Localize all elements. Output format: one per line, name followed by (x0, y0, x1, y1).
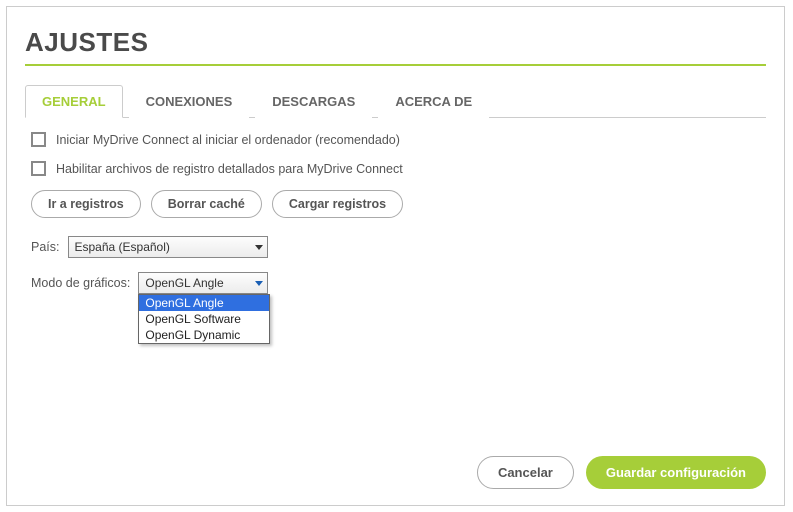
graphics-option-software[interactable]: OpenGL Software (139, 311, 269, 327)
country-select-value: España (Español) (75, 240, 170, 254)
chevron-down-icon (255, 245, 263, 250)
settings-dialog: AJUSTES GENERAL CONEXIONES DESCARGAS ACE… (6, 6, 785, 506)
cancel-button[interactable]: Cancelar (477, 456, 574, 489)
graphics-label: Modo de gráficos: (31, 276, 130, 290)
country-row: País: España (Español) (31, 236, 760, 258)
checkbox-enable-logs[interactable] (31, 161, 46, 176)
country-label: País: (31, 240, 60, 254)
general-panel: Iniciar MyDrive Connect al iniciar el or… (25, 118, 766, 294)
page-title: AJUSTES (25, 27, 766, 58)
graphics-row: Modo de gráficos: OpenGL Angle OpenGL An… (31, 272, 760, 294)
log-buttons-row: Ir a registros Borrar caché Cargar regis… (31, 190, 760, 218)
tab-acerca[interactable]: ACERCA DE (378, 85, 489, 118)
clear-cache-button[interactable]: Borrar caché (151, 190, 262, 218)
checkbox-row-logs: Habilitar archivos de registro detallado… (31, 161, 760, 176)
checkbox-start-on-boot[interactable] (31, 132, 46, 147)
dialog-footer: Cancelar Guardar configuración (477, 456, 766, 489)
tab-bar: GENERAL CONEXIONES DESCARGAS ACERCA DE (25, 84, 766, 118)
save-button[interactable]: Guardar configuración (586, 456, 766, 489)
chevron-down-icon (255, 281, 263, 286)
tab-general[interactable]: GENERAL (25, 85, 123, 118)
graphics-option-dynamic[interactable]: OpenGL Dynamic (139, 327, 269, 343)
tab-descargas[interactable]: DESCARGAS (255, 85, 372, 118)
graphics-dropdown: OpenGL Angle OpenGL Software OpenGL Dyna… (138, 294, 270, 344)
graphics-select[interactable]: OpenGL Angle OpenGL Angle OpenGL Softwar… (138, 272, 268, 294)
go-to-logs-button[interactable]: Ir a registros (31, 190, 141, 218)
checkbox-label-logs: Habilitar archivos de registro detallado… (56, 162, 403, 176)
title-underline (25, 64, 766, 66)
graphics-select-value: OpenGL Angle (145, 276, 223, 290)
graphics-option-angle[interactable]: OpenGL Angle (139, 295, 269, 311)
tab-conexiones[interactable]: CONEXIONES (129, 85, 250, 118)
checkbox-row-start: Iniciar MyDrive Connect al iniciar el or… (31, 132, 760, 147)
upload-logs-button[interactable]: Cargar registros (272, 190, 403, 218)
checkbox-label-start: Iniciar MyDrive Connect al iniciar el or… (56, 133, 400, 147)
country-select[interactable]: España (Español) (68, 236, 268, 258)
